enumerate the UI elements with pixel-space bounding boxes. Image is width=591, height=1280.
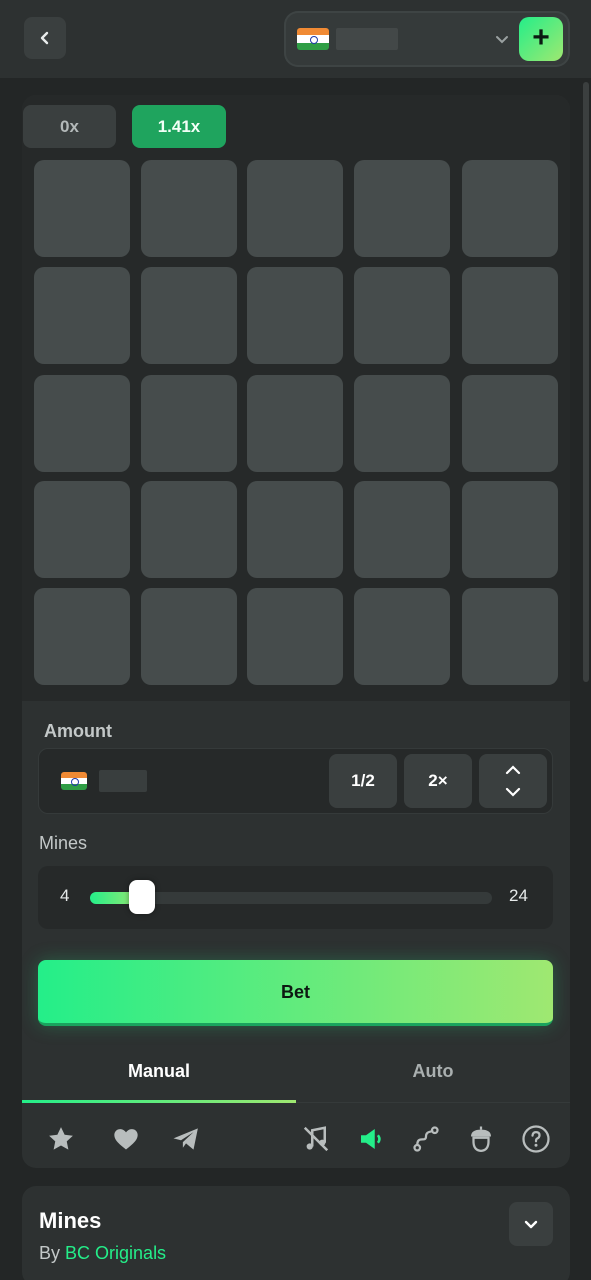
half-amount-button[interactable]: 1/2 xyxy=(329,754,397,808)
tab-manual[interactable]: Manual xyxy=(22,1045,296,1103)
telegram-icon xyxy=(173,1128,198,1150)
sound-on-icon xyxy=(361,1129,381,1149)
mine-tile[interactable] xyxy=(34,481,130,578)
top-bar: + xyxy=(0,0,591,78)
mine-tile[interactable] xyxy=(247,588,343,685)
double-amount-button[interactable]: 2× xyxy=(404,754,472,808)
heart-icon xyxy=(114,1129,138,1150)
amount-input[interactable]: 1/2 2× xyxy=(38,748,553,814)
mine-tile[interactable] xyxy=(354,375,450,472)
provider-prefix: By xyxy=(39,1243,61,1263)
mine-tile[interactable] xyxy=(247,267,343,364)
mine-tile[interactable] xyxy=(141,588,237,685)
mine-tile[interactable] xyxy=(247,375,343,472)
mines-max-value: 24 xyxy=(509,886,528,905)
bet-button[interactable]: Bet xyxy=(38,960,553,1026)
mines-game-panel: 0x 1.41x Amount 1/2 2× Mines 4 24 Bet Ma… xyxy=(22,95,570,1168)
like-button[interactable] xyxy=(108,1121,144,1157)
mine-tile[interactable] xyxy=(141,375,237,472)
mine-tile[interactable] xyxy=(247,160,343,257)
india-flag-icon xyxy=(61,772,87,790)
mine-tile[interactable] xyxy=(354,588,450,685)
chevron-left-icon xyxy=(40,31,49,45)
help-button[interactable] xyxy=(518,1121,554,1157)
mine-tile[interactable] xyxy=(34,160,130,257)
tab-auto[interactable]: Auto xyxy=(296,1045,570,1103)
game-title: Mines xyxy=(39,1208,102,1233)
deposit-button[interactable]: + xyxy=(519,17,563,61)
mine-tile[interactable] xyxy=(34,588,130,685)
mine-tile[interactable] xyxy=(354,481,450,578)
multiplier-chip-active: 1.41x xyxy=(132,105,226,148)
game-provider: By BC Originals xyxy=(39,1243,166,1264)
mine-tile[interactable] xyxy=(462,588,558,685)
mine-tile[interactable] xyxy=(462,267,558,364)
mine-tile[interactable] xyxy=(141,481,237,578)
mine-tile[interactable] xyxy=(34,375,130,472)
mine-tile[interactable] xyxy=(462,160,558,257)
mode-tabs: Manual Auto xyxy=(22,1045,570,1103)
share-telegram-button[interactable] xyxy=(168,1121,204,1157)
mine-tile[interactable] xyxy=(247,481,343,578)
route-icon xyxy=(413,1126,439,1152)
mine-tile[interactable] xyxy=(141,160,237,257)
mines-current-value: 4 xyxy=(60,886,70,905)
amount-range-button[interactable] xyxy=(479,754,547,808)
chevron-down-icon xyxy=(524,1220,538,1229)
active-tab-indicator xyxy=(22,1100,296,1103)
sound-toggle-button[interactable] xyxy=(353,1121,389,1157)
chevron-down-icon xyxy=(496,36,508,44)
mines-label: Mines xyxy=(39,833,88,853)
mine-tile[interactable] xyxy=(462,375,558,472)
india-flag-icon xyxy=(297,28,329,50)
amount-label: Amount xyxy=(44,721,112,741)
music-off-icon xyxy=(303,1126,329,1152)
back-button[interactable] xyxy=(24,17,66,59)
expand-info-button[interactable] xyxy=(509,1202,553,1246)
mine-tile[interactable] xyxy=(354,160,450,257)
mine-tile[interactable] xyxy=(354,267,450,364)
board-area: 0x 1.41x xyxy=(22,95,570,701)
scrollbar[interactable] xyxy=(583,82,589,682)
provably-fair-button[interactable] xyxy=(408,1121,444,1157)
balance-value-hidden xyxy=(336,28,398,50)
hotkeys-button[interactable] xyxy=(463,1121,499,1157)
mines-slider-box: 4 24 xyxy=(38,866,553,929)
mines-slider-thumb[interactable] xyxy=(129,880,156,914)
multiplier-chip: 0x xyxy=(23,105,116,148)
chevron-up-down-icon xyxy=(505,765,521,797)
mine-tile[interactable] xyxy=(462,481,558,578)
provider-link[interactable]: BC Originals xyxy=(65,1243,166,1263)
acorn-icon xyxy=(471,1126,491,1153)
star-icon xyxy=(49,1127,73,1150)
mine-tile[interactable] xyxy=(141,267,237,364)
help-icon xyxy=(522,1125,550,1153)
game-info-card: Mines By BC Originals xyxy=(22,1186,570,1280)
wallet-selector[interactable]: + xyxy=(284,11,570,67)
music-toggle-button[interactable] xyxy=(298,1121,334,1157)
mine-tile[interactable] xyxy=(34,267,130,364)
amount-value-hidden xyxy=(99,770,147,792)
favorite-star-button[interactable] xyxy=(43,1121,79,1157)
